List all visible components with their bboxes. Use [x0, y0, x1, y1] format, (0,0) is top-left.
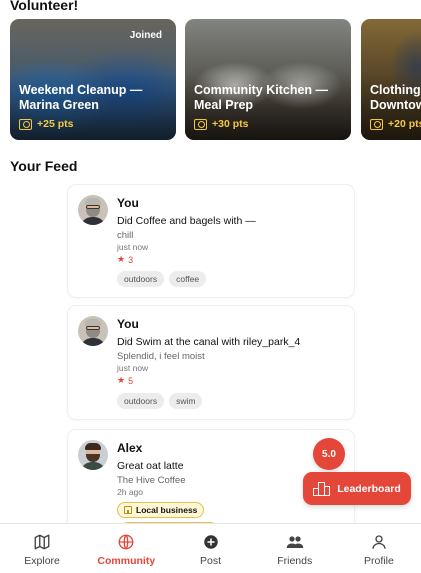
feed-section-title: Your Feed	[10, 158, 78, 174]
post-text: Did Coffee and bagels with —	[117, 215, 256, 227]
avatar[interactable]	[78, 440, 108, 470]
volunteer-card-clothing-drive[interactable]: Clothing Downtow +20 pts	[361, 19, 421, 140]
tag-chip[interactable]: outdoors	[117, 393, 165, 409]
star-icon: ★	[117, 254, 126, 264]
post-author[interactable]: Alex	[117, 441, 142, 455]
post-text: Great oat latte	[117, 460, 184, 472]
post-author[interactable]: You	[117, 317, 139, 331]
tag-chip[interactable]: swim	[169, 393, 203, 409]
person-icon	[372, 535, 386, 549]
post-timestamp: just now	[117, 363, 149, 373]
feed-post[interactable]: You Did Coffee and bagels with — chill j…	[68, 185, 354, 297]
card-title: Clothing Downtow	[370, 83, 421, 112]
plus-circle-icon	[203, 535, 218, 549]
post-timestamp: 2h ago	[117, 487, 143, 497]
post-timestamp: just now	[117, 242, 149, 252]
card-points: +20 pts	[370, 118, 421, 130]
store-icon	[124, 506, 132, 514]
tab-explore[interactable]: Explore	[0, 524, 84, 573]
points-icon	[19, 118, 32, 130]
post-tags: outdoors coffee	[117, 271, 207, 287]
avatar[interactable]	[78, 195, 108, 225]
joined-badge: Joined	[129, 30, 162, 41]
post-text: Did Swim at the canal with riley_park_4	[117, 336, 301, 348]
map-icon	[34, 534, 50, 550]
post-caption: The Hive Coffee	[117, 475, 186, 486]
tab-profile[interactable]: Profile	[337, 524, 421, 573]
tab-post[interactable]: Post	[168, 524, 252, 573]
post-rating: ★ 5	[117, 375, 134, 386]
podium-icon	[313, 481, 331, 496]
post-caption: Splendid, i feel moist	[117, 351, 205, 362]
card-title: Weekend Cleanup — Marina Green	[19, 83, 143, 112]
leaderboard-button[interactable]: Leaderboard	[303, 472, 411, 505]
card-points: +30 pts	[194, 118, 248, 130]
avatar[interactable]	[78, 316, 108, 346]
card-title: Community Kitchen — Meal Prep	[194, 83, 329, 112]
tag-chip[interactable]: outdoors	[117, 271, 165, 287]
tag-chip[interactable]: coffee	[169, 271, 207, 287]
people-icon	[286, 536, 303, 548]
post-caption: chill	[117, 230, 134, 241]
volunteer-card-weekend-cleanup[interactable]: Joined Weekend Cleanup — Marina Green +2…	[10, 19, 176, 140]
post-tags: outdoors swim	[117, 393, 203, 409]
volunteer-card-community-kitchen[interactable]: Community Kitchen — Meal Prep +30 pts	[185, 19, 351, 140]
local-business-badge: Local business	[117, 502, 205, 518]
star-icon: ★	[117, 375, 126, 385]
tab-community[interactable]: Community	[84, 524, 168, 573]
post-author[interactable]: You	[117, 196, 139, 210]
points-icon	[370, 118, 383, 130]
globe-icon	[118, 534, 134, 550]
post-rating: ★ 3	[117, 254, 134, 265]
card-points: +25 pts	[19, 118, 73, 130]
score-badge[interactable]: 5.0	[313, 438, 345, 470]
points-icon	[194, 118, 207, 130]
bottom-tab-bar: Explore Community Post Friends Profile	[0, 523, 421, 573]
tab-friends[interactable]: Friends	[253, 524, 337, 573]
feed-post[interactable]: You Did Swim at the canal with riley_par…	[68, 306, 354, 419]
volunteer-section-title: Volunteer!	[10, 0, 79, 13]
volunteer-carousel[interactable]: Joined Weekend Cleanup — Marina Green +2…	[10, 19, 421, 140]
